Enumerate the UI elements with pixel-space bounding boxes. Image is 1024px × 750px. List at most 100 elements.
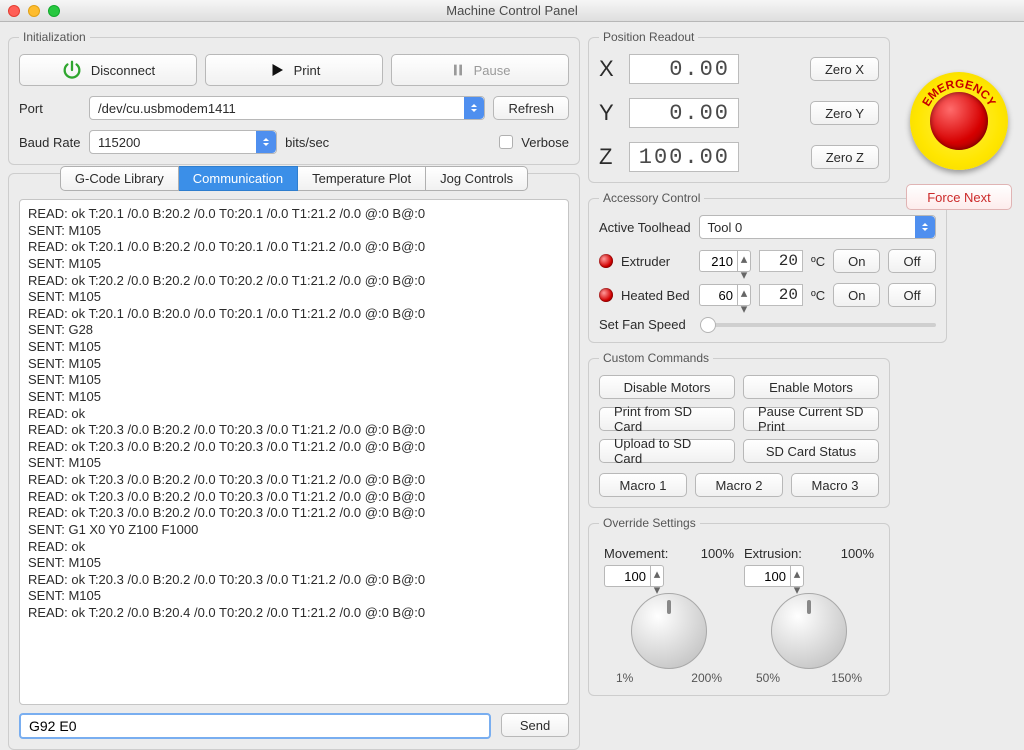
force-next-button[interactable]: Force Next bbox=[906, 184, 1012, 210]
tab-temperature-plot[interactable]: Temperature Plot bbox=[298, 166, 426, 191]
bed-setpoint-field[interactable] bbox=[699, 284, 737, 306]
console-line: READ: ok T:20.3 /0.0 B:20.2 /0.0 T0:20.3… bbox=[28, 422, 560, 439]
baud-value: 115200 bbox=[98, 135, 140, 150]
bed-setpoint-input[interactable]: ▴▾ bbox=[699, 284, 751, 306]
axis-y-readout: 0.00 bbox=[629, 98, 739, 128]
console-line: READ: ok T:20.2 /0.0 B:20.2 /0.0 T0:20.2… bbox=[28, 273, 560, 290]
pause-button: Pause bbox=[391, 54, 569, 86]
macro-2-button[interactable]: Macro 2 bbox=[695, 473, 783, 497]
zero-x-button[interactable]: Zero X bbox=[810, 57, 879, 81]
unit-label: ºC bbox=[811, 288, 825, 303]
disconnect-button[interactable]: Disconnect bbox=[19, 54, 197, 86]
baud-label: Baud Rate bbox=[19, 135, 81, 150]
movement-knob[interactable] bbox=[631, 593, 707, 669]
custom-commands-group: Custom Commands Disable Motors Enable Mo… bbox=[588, 351, 890, 508]
verbose-label: Verbose bbox=[521, 135, 569, 150]
console-line: SENT: M105 bbox=[28, 223, 560, 240]
dropdown-caret-icon bbox=[464, 97, 484, 119]
extrusion-knob[interactable] bbox=[771, 593, 847, 669]
movement-value-input[interactable]: ▴▾ bbox=[604, 565, 734, 587]
disable-motors-button[interactable]: Disable Motors bbox=[599, 375, 735, 399]
console-line: READ: ok T:20.3 /0.0 B:20.2 /0.0 T0:20.3… bbox=[28, 472, 560, 489]
axis-x-label: X bbox=[599, 56, 619, 82]
extruder-on-button[interactable]: On bbox=[833, 249, 880, 273]
position-legend: Position Readout bbox=[599, 30, 698, 44]
stepper-icon[interactable]: ▴▾ bbox=[790, 565, 804, 587]
macro-1-button[interactable]: Macro 1 bbox=[599, 473, 687, 497]
extrusion-value-input[interactable]: ▴▾ bbox=[744, 565, 874, 587]
tab-jog-controls[interactable]: Jog Controls bbox=[426, 166, 528, 191]
macro-3-button[interactable]: Macro 3 bbox=[791, 473, 879, 497]
command-input[interactable] bbox=[19, 713, 491, 739]
window-title: Machine Control Panel bbox=[0, 3, 1024, 18]
toolhead-label: Active Toolhead bbox=[599, 220, 691, 235]
svg-text:STOP: STOP bbox=[941, 133, 977, 152]
fan-speed-slider[interactable] bbox=[700, 323, 936, 327]
toolhead-select[interactable]: Tool 0 bbox=[699, 215, 936, 239]
extrusion-pct: 100% bbox=[841, 546, 874, 561]
console-line: READ: ok T:20.1 /0.0 B:20.0 /0.0 T0:20.1… bbox=[28, 306, 560, 323]
pause-icon bbox=[450, 62, 466, 78]
tab-communication[interactable]: Communication bbox=[179, 166, 298, 191]
print-button[interactable]: Print bbox=[205, 54, 383, 86]
extruder-label: Extruder bbox=[621, 254, 691, 269]
console-line: READ: ok T:20.1 /0.0 B:20.2 /0.0 T0:20.1… bbox=[28, 239, 560, 256]
baud-select[interactable]: 115200 bbox=[89, 130, 277, 154]
axis-y-label: Y bbox=[599, 100, 619, 126]
play-icon bbox=[268, 61, 286, 79]
movement-label: Movement: bbox=[604, 546, 668, 561]
movement-value-field[interactable] bbox=[604, 565, 650, 587]
override-legend: Override Settings bbox=[599, 516, 700, 530]
extruder-setpoint-field[interactable] bbox=[699, 250, 737, 272]
extrusion-value-field[interactable] bbox=[744, 565, 790, 587]
initialization-legend: Initialization bbox=[19, 30, 90, 44]
initialization-group: Initialization Disconnect Print bbox=[8, 30, 580, 165]
console-line: READ: ok T:20.3 /0.0 B:20.2 /0.0 T0:20.3… bbox=[28, 489, 560, 506]
console-output[interactable]: READ: ok T:20.1 /0.0 B:20.2 /0.0 T0:20.1… bbox=[19, 199, 569, 705]
console-line: READ: ok T:20.3 /0.0 B:20.2 /0.0 T0:20.3… bbox=[28, 505, 560, 522]
console-line: READ: ok bbox=[28, 539, 560, 556]
accessory-legend: Accessory Control bbox=[599, 191, 704, 205]
custom-legend: Custom Commands bbox=[599, 351, 713, 365]
extrusion-label: Extrusion: bbox=[744, 546, 802, 561]
toolhead-value: Tool 0 bbox=[708, 220, 743, 235]
console-line: SENT: M105 bbox=[28, 339, 560, 356]
console-line: SENT: M105 bbox=[28, 356, 560, 373]
axis-z-readout: 100.00 bbox=[629, 142, 739, 172]
console-line: READ: ok T:20.2 /0.0 B:20.4 /0.0 T0:20.2… bbox=[28, 605, 560, 622]
knob-indicator bbox=[667, 600, 671, 614]
port-value: /dev/cu.usbmodem1411 bbox=[98, 101, 236, 116]
upload-sd-button[interactable]: Upload to SD Card bbox=[599, 439, 735, 463]
console-line: SENT: G28 bbox=[28, 322, 560, 339]
slider-thumb[interactable] bbox=[700, 317, 716, 333]
port-select[interactable]: /dev/cu.usbmodem1411 bbox=[89, 96, 485, 120]
verbose-checkbox[interactable] bbox=[499, 135, 513, 149]
sd-status-button[interactable]: SD Card Status bbox=[743, 439, 879, 463]
zero-z-button[interactable]: Zero Z bbox=[811, 145, 879, 169]
extruder-actual-temp: 20 bbox=[759, 250, 803, 272]
bed-actual-temp: 20 bbox=[759, 284, 803, 306]
stepper-icon[interactable]: ▴▾ bbox=[650, 565, 664, 587]
console-line: SENT: M105 bbox=[28, 372, 560, 389]
bed-on-button[interactable]: On bbox=[833, 283, 880, 307]
zero-y-button[interactable]: Zero Y bbox=[810, 101, 879, 125]
send-button[interactable]: Send bbox=[501, 713, 569, 737]
pause-sd-button[interactable]: Pause Current SD Print bbox=[743, 407, 879, 431]
stepper-icon[interactable]: ▴▾ bbox=[737, 250, 751, 272]
stepper-icon[interactable]: ▴▾ bbox=[737, 284, 751, 306]
estop-top-text: EMERGENCY bbox=[920, 78, 998, 109]
extruder-setpoint-input[interactable]: ▴▾ bbox=[699, 250, 751, 272]
console-line: SENT: M105 bbox=[28, 256, 560, 273]
tab-container: G-Code Library Communication Temperature… bbox=[8, 173, 580, 750]
emergency-stop-button[interactable]: EMERGENCY STOP bbox=[910, 72, 1008, 170]
extrusion-max: 150% bbox=[831, 671, 862, 685]
refresh-button[interactable]: Refresh bbox=[493, 96, 569, 120]
axis-x-readout: 0.00 bbox=[629, 54, 739, 84]
enable-motors-button[interactable]: Enable Motors bbox=[743, 375, 879, 399]
titlebar: Machine Control Panel bbox=[0, 0, 1024, 22]
axis-z-label: Z bbox=[599, 144, 619, 170]
tab-gcode-library[interactable]: G-Code Library bbox=[60, 166, 179, 191]
baud-unit: bits/sec bbox=[285, 135, 329, 150]
print-sd-button[interactable]: Print from SD Card bbox=[599, 407, 735, 431]
extrusion-min: 50% bbox=[756, 671, 780, 685]
